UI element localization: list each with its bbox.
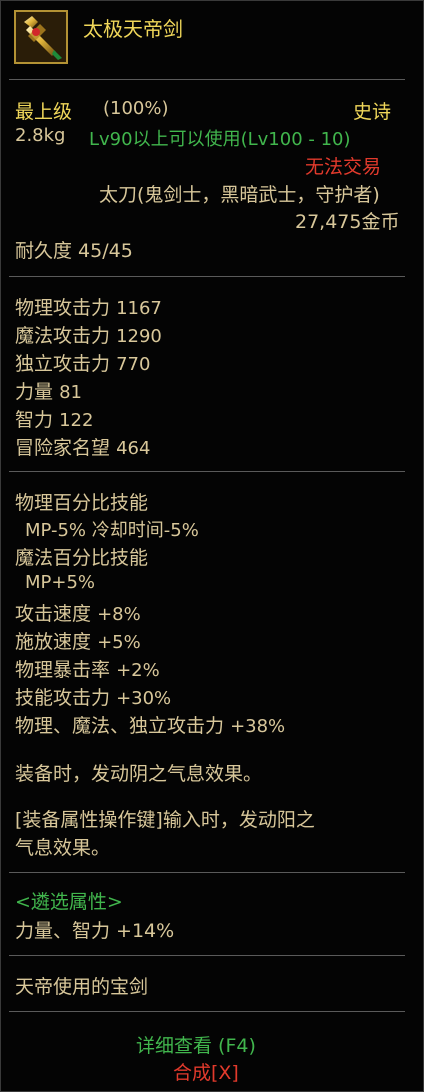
bonus-label: 技能攻击力 — [15, 687, 111, 709]
stat-value: 1290 — [116, 326, 162, 347]
sword-icon — [14, 10, 68, 64]
bonus-row: 技能攻击力 +30% — [15, 683, 171, 710]
phys-skill-detail: MP-5% 冷却时间-5% — [25, 520, 199, 541]
stat-row: 独立攻击力 770 — [15, 349, 150, 376]
item-grade: 最上级 — [15, 101, 73, 123]
bonus-value: +2% — [116, 660, 160, 681]
mag-skill-title: 魔法百分比技能 — [15, 547, 149, 569]
grade-percent: (100%) — [103, 98, 169, 119]
stat-row: 力量 81 — [15, 377, 82, 404]
stat-value: 1167 — [116, 298, 162, 319]
weapon-type: 太刀(鬼剑士，黑暗武士，守护者) — [99, 184, 380, 206]
stat-row: 物理攻击力 1167 — [15, 293, 162, 320]
divider — [9, 79, 405, 80]
details-button[interactable]: 详细查看 (F4) — [136, 1031, 256, 1058]
durability: 耐久度 45/45 — [15, 240, 133, 262]
rarity-label: 史诗 — [353, 101, 392, 123]
divider — [9, 276, 405, 277]
stat-label: 智力 — [15, 409, 54, 431]
selected-attr-detail: 力量、智力 +14% — [15, 920, 175, 942]
stat-row: 魔法攻击力 1290 — [15, 321, 162, 348]
item-weight: 2.8kg — [15, 125, 66, 146]
bonus-label: 攻击速度 — [15, 603, 92, 625]
bonus-label: 物理、魔法、独立攻击力 — [15, 715, 225, 737]
trade-status: 无法交易 — [305, 156, 382, 178]
item-name: 太极天帝剑 — [83, 17, 183, 41]
bonus-row: 物理、魔法、独立攻击力 +38% — [15, 711, 285, 738]
stat-label: 独立攻击力 — [15, 353, 111, 375]
bonus-row: 攻击速度 +8% — [15, 599, 141, 626]
stat-value: 122 — [59, 410, 94, 431]
stat-label: 魔法攻击力 — [15, 325, 111, 347]
bonus-value: +30% — [116, 688, 172, 709]
bonus-label: 物理暴击率 — [15, 659, 111, 681]
flavor-text: 天帝使用的宝剑 — [15, 976, 149, 998]
divider — [9, 1011, 405, 1012]
mag-skill-detail: MP+5% — [25, 572, 96, 593]
synth-button[interactable]: 合成[X] — [173, 1058, 239, 1085]
stat-label: 力量 — [15, 381, 54, 403]
stat-label: 冒险家名望 — [15, 437, 111, 459]
bonus-value: +5% — [97, 632, 141, 653]
equip-effect: 装备时，发动阴之气息效果。 — [15, 763, 263, 785]
stat-value: 81 — [59, 382, 82, 403]
stat-label: 物理攻击力 — [15, 297, 111, 319]
level-requirement: Lv90以上可以使用(Lv100 - 10) — [89, 129, 351, 150]
stat-value: 770 — [116, 354, 151, 375]
bonus-label: 施放速度 — [15, 631, 92, 653]
bonus-value: +38% — [230, 716, 286, 737]
phys-skill-title: 物理百分比技能 — [15, 492, 149, 514]
divider — [9, 872, 405, 873]
stat-row: 冒险家名望 464 — [15, 433, 150, 460]
bonus-value: +8% — [97, 604, 141, 625]
divider — [9, 471, 405, 472]
bonus-row: 施放速度 +5% — [15, 627, 141, 654]
stat-value: 464 — [116, 438, 151, 459]
divider — [9, 955, 405, 956]
item-price: 27,475金币 — [295, 211, 400, 233]
bonus-row: 物理暴击率 +2% — [15, 655, 160, 682]
key-effect-line2: 气息效果。 — [15, 837, 111, 859]
item-tooltip: 太极天帝剑 最上级 (100%) 史诗 2.8kg Lv90以上可以使用(Lv1… — [0, 0, 424, 1092]
stat-row: 智力 122 — [15, 405, 93, 432]
selected-attr-title: <遴选属性> — [15, 891, 123, 913]
key-effect-line1: [装备属性操作键]输入时，发动阳之 — [15, 809, 315, 831]
